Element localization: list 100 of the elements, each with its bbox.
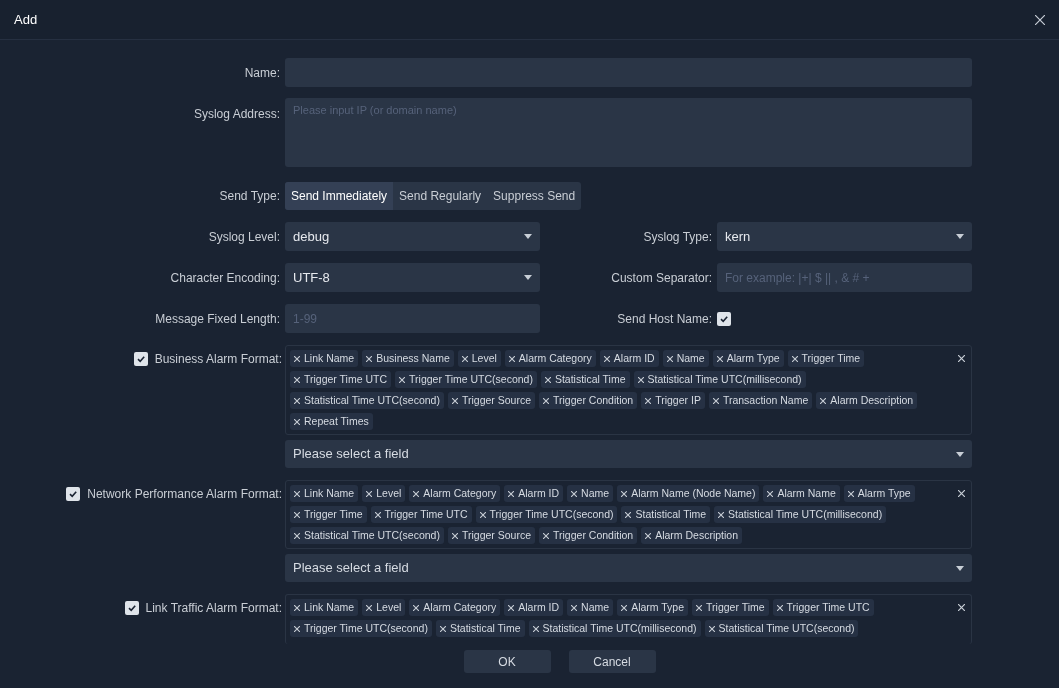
remove-icon[interactable] xyxy=(571,490,578,497)
tag[interactable]: Alarm Type xyxy=(617,599,689,616)
remove-icon[interactable] xyxy=(439,625,446,632)
remove-icon[interactable] xyxy=(543,397,549,404)
tag[interactable]: Statistical Time UTC(second) xyxy=(290,392,444,409)
dialog-button[interactable]: Cancel xyxy=(568,650,656,673)
tag[interactable]: Trigger Time UTC xyxy=(290,371,392,388)
remove-icon[interactable] xyxy=(645,397,652,404)
remove-icon[interactable] xyxy=(479,511,486,518)
remove-icon[interactable] xyxy=(532,625,539,632)
tag[interactable]: Trigger Time xyxy=(290,506,367,523)
tag[interactable]: Trigger Time xyxy=(787,350,865,367)
tag[interactable]: Statistical Time xyxy=(621,506,711,523)
tag[interactable]: Trigger Time UTC(second) xyxy=(290,620,432,637)
tag[interactable]: Business Name xyxy=(362,350,454,367)
remove-icon[interactable] xyxy=(621,490,628,497)
clear-icon[interactable] xyxy=(958,355,965,362)
checkbox[interactable] xyxy=(124,601,139,615)
remove-icon[interactable] xyxy=(645,532,652,539)
remove-icon[interactable] xyxy=(637,376,644,383)
tag[interactable]: Trigger Time UTC xyxy=(772,599,874,616)
tag[interactable]: Name xyxy=(567,599,614,616)
remove-icon[interactable] xyxy=(413,490,420,497)
tag[interactable]: Alarm Type xyxy=(843,485,915,502)
remove-icon[interactable] xyxy=(718,511,725,518)
select-field[interactable]: debug xyxy=(285,222,540,251)
remove-icon[interactable] xyxy=(366,355,373,362)
tag[interactable]: Statistical Time UTC(millisecond) xyxy=(633,371,806,388)
tag[interactable]: Statistical Time UTC(millisecond) xyxy=(714,506,887,523)
remove-icon[interactable] xyxy=(696,604,703,611)
select-field[interactable]: Please select a field xyxy=(285,554,972,582)
remove-icon[interactable] xyxy=(603,355,610,362)
tag[interactable]: Trigger Source xyxy=(447,527,535,544)
tag[interactable]: Level xyxy=(457,350,501,367)
tag[interactable]: Level xyxy=(362,599,406,616)
tag[interactable]: Trigger Time UTC(second) xyxy=(395,371,537,388)
tag[interactable]: Level xyxy=(362,485,406,502)
tag[interactable]: Alarm ID xyxy=(504,485,564,502)
tag[interactable]: Trigger Time UTC(second) xyxy=(475,506,618,523)
tag[interactable]: Link Name xyxy=(290,485,359,502)
select-field[interactable]: kern xyxy=(717,222,972,251)
remove-icon[interactable] xyxy=(621,604,628,611)
remove-icon[interactable] xyxy=(508,355,515,362)
remove-icon[interactable] xyxy=(294,418,300,425)
segment-tab[interactable]: Suppress Send xyxy=(487,182,582,210)
remove-icon[interactable] xyxy=(666,355,673,362)
remove-icon[interactable] xyxy=(716,355,723,362)
segment-tab[interactable]: Send Immediately xyxy=(285,182,394,210)
tag[interactable]: Statistical Time UTC(second) xyxy=(704,620,859,637)
select-field[interactable]: UTF-8 xyxy=(285,263,540,292)
remove-icon[interactable] xyxy=(451,532,458,539)
tag[interactable]: Alarm Category xyxy=(409,599,501,616)
remove-icon[interactable] xyxy=(820,397,827,404)
remove-icon[interactable] xyxy=(712,397,719,404)
remove-icon[interactable] xyxy=(461,355,468,362)
tag[interactable]: Statistical Time UTC(millisecond) xyxy=(528,620,701,637)
remove-icon[interactable] xyxy=(294,355,300,362)
remove-icon[interactable] xyxy=(366,604,373,611)
remove-icon[interactable] xyxy=(366,490,373,497)
tag[interactable]: Alarm ID xyxy=(599,350,659,367)
tag[interactable]: Alarm Name (Node Name) xyxy=(617,485,760,502)
tag[interactable]: Statistical Time xyxy=(435,620,525,637)
remove-icon[interactable] xyxy=(294,376,300,383)
tag[interactable]: Trigger Condition xyxy=(539,527,638,544)
remove-icon[interactable] xyxy=(374,511,381,518)
remove-icon[interactable] xyxy=(625,511,632,518)
remove-icon[interactable] xyxy=(294,604,300,611)
remove-icon[interactable] xyxy=(508,604,515,611)
remove-icon[interactable] xyxy=(451,397,458,404)
remove-icon[interactable] xyxy=(708,625,715,632)
remove-icon[interactable] xyxy=(294,511,300,518)
segment-tab[interactable]: Send Regularly xyxy=(393,182,488,210)
remove-icon[interactable] xyxy=(544,376,551,383)
remove-icon[interactable] xyxy=(508,490,515,497)
remove-icon[interactable] xyxy=(413,604,420,611)
checkbox[interactable] xyxy=(66,487,81,501)
tag[interactable]: Statistical Time xyxy=(540,371,630,388)
checkbox[interactable] xyxy=(133,352,148,366)
tag[interactable]: Alarm Description xyxy=(816,392,918,409)
tag[interactable]: Alarm Name xyxy=(763,485,840,502)
remove-icon[interactable] xyxy=(294,625,300,632)
remove-icon[interactable] xyxy=(571,604,578,611)
clear-icon[interactable] xyxy=(958,604,965,611)
checkbox[interactable] xyxy=(717,311,731,326)
tag[interactable]: Statistical Time UTC(second) xyxy=(290,527,444,544)
tag[interactable]: Trigger IP xyxy=(641,392,705,409)
clear-icon[interactable] xyxy=(958,490,965,497)
tag[interactable]: Trigger Condition xyxy=(539,392,638,409)
remove-icon[interactable] xyxy=(543,532,549,539)
tag[interactable]: Trigger Time UTC xyxy=(370,506,472,523)
remove-icon[interactable] xyxy=(847,490,854,497)
tag[interactable]: Repeat Times xyxy=(290,413,373,430)
remove-icon[interactable] xyxy=(294,397,300,404)
tag[interactable]: Alarm Type xyxy=(712,350,784,367)
tag[interactable]: Name xyxy=(567,485,614,502)
tag[interactable]: Trigger Time xyxy=(692,599,769,616)
tag[interactable]: Trigger Source xyxy=(447,392,535,409)
remove-icon[interactable] xyxy=(294,532,300,539)
tag[interactable]: Alarm Category xyxy=(409,485,501,502)
tag[interactable]: Name xyxy=(662,350,709,367)
